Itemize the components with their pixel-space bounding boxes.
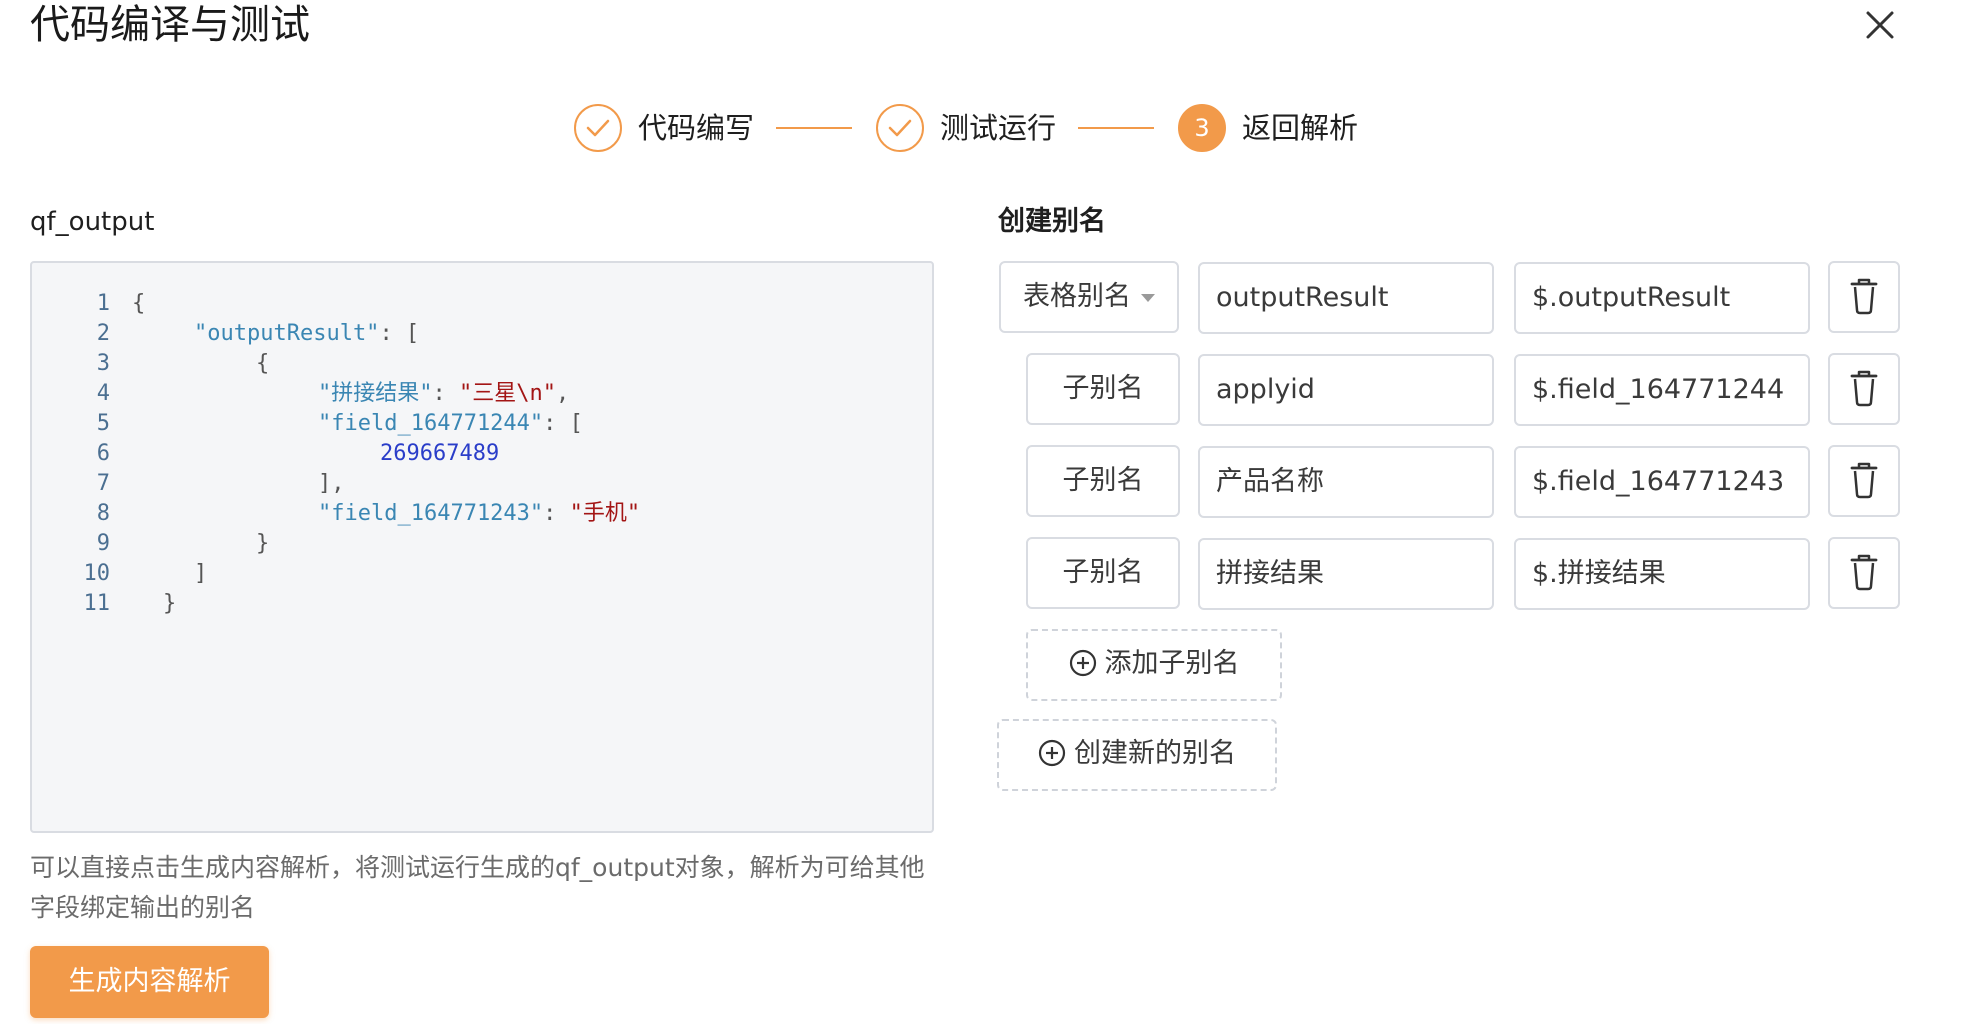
check-icon xyxy=(586,119,610,137)
code-token: : [ xyxy=(379,321,420,346)
alias-type-select[interactable]: 表格别名 xyxy=(999,261,1179,333)
delete-alias-button[interactable] xyxy=(1828,261,1900,333)
line-number: 3 xyxy=(96,351,110,376)
line-number: 7 xyxy=(96,471,110,496)
code-token: 269667489 xyxy=(380,441,500,466)
caret-down-icon xyxy=(1141,293,1155,302)
dialog-title: 代码编译与测试 xyxy=(30,2,310,48)
delete-sub-alias-button[interactable] xyxy=(1828,353,1900,425)
code-token: { xyxy=(132,291,146,316)
close-icon xyxy=(1866,11,1894,39)
code-line: 9} xyxy=(32,529,932,559)
step-connector-2 xyxy=(1078,127,1154,129)
sub-alias-path-input[interactable]: $.field_164771244 xyxy=(1514,354,1810,426)
check-icon xyxy=(888,119,912,137)
step-2-check-icon xyxy=(876,104,924,152)
line-number: 11 xyxy=(83,591,111,616)
create-new-alias-button[interactable]: 创建新的别名 xyxy=(997,719,1277,791)
code-token: "拼接结果" xyxy=(318,381,433,406)
output-field-label: qf_output xyxy=(30,207,155,237)
code-token: "field_164771244" xyxy=(318,411,544,436)
add-sub-alias-label: 添加子别名 xyxy=(1104,648,1240,679)
step-3-label: 返回解析 xyxy=(1242,111,1359,145)
sub-alias-label: 子别名 xyxy=(1026,445,1180,517)
sub-alias-name-input[interactable]: applyid xyxy=(1198,354,1494,426)
sub-alias-path-input[interactable]: $.field_164771243 xyxy=(1514,446,1810,518)
code-text: { xyxy=(132,289,145,319)
code-text: ] xyxy=(194,559,207,589)
delete-sub-alias-button[interactable] xyxy=(1828,445,1900,517)
sub-alias-label: 子别名 xyxy=(1026,353,1180,425)
alias-type-value: 表格别名 xyxy=(1023,281,1131,312)
line-number: 5 xyxy=(96,411,110,436)
line-number: 10 xyxy=(83,561,111,586)
code-token: } xyxy=(256,531,270,556)
sub-alias-label: 子别名 xyxy=(1026,537,1180,609)
code-line: 5 "field_164771244": [ xyxy=(32,409,932,439)
code-line: 8 "field_164771243": "手机" xyxy=(32,499,932,529)
sub-alias-path-input[interactable]: $.拼接结果 xyxy=(1514,538,1810,610)
code-token: "field_164771243" xyxy=(318,501,544,526)
code-text: "拼接结果": "三星\n", xyxy=(318,379,569,409)
line-number: 1 xyxy=(96,291,110,316)
code-line: 10] xyxy=(32,559,932,589)
code-token: , xyxy=(555,381,570,406)
sub-alias-name-input[interactable]: 产品名称 xyxy=(1198,446,1494,518)
code-token: ] xyxy=(194,561,208,586)
line-number: 4 xyxy=(96,381,110,406)
code-token: { xyxy=(256,351,270,376)
step-connector-1 xyxy=(776,127,852,129)
code-text: "field_164771244": [ xyxy=(318,409,583,439)
line-number: 9 xyxy=(96,531,110,556)
step-1-check-icon xyxy=(574,104,622,152)
code-token: "三星\n" xyxy=(459,381,556,406)
code-text: ], xyxy=(318,469,345,499)
code-text: } xyxy=(163,589,176,619)
code-line: 2 "outputResult": [ xyxy=(32,319,932,349)
code-token: } xyxy=(163,591,177,616)
line-number: 8 xyxy=(96,501,110,526)
code-text: 269667489 xyxy=(380,439,499,469)
code-text: "field_164771243": "手机" xyxy=(318,499,640,529)
code-line: 11} xyxy=(32,589,932,619)
sub-alias-name-input[interactable]: 拼接结果 xyxy=(1198,538,1494,610)
step-3-number: 3 xyxy=(1178,104,1226,152)
create-alias-title: 创建别名 xyxy=(998,206,1106,237)
step-2-label: 测试运行 xyxy=(940,111,1057,145)
code-line: 6 269667489 xyxy=(32,439,932,469)
code-token: : xyxy=(432,381,459,406)
code-line: 7], xyxy=(32,469,932,499)
parse-hint: 可以直接点击生成内容解析，将测试运行生成的qf_output对象，解析为可给其他… xyxy=(30,853,925,922)
code-text: "outputResult": [ xyxy=(194,319,419,349)
code-token: : xyxy=(543,501,570,526)
add-sub-alias-button[interactable]: 添加子别名 xyxy=(1026,629,1282,701)
code-editor[interactable]: 1{2 "outputResult": [3{4 "拼接结果": "三星\n", 5 "… xyxy=(30,261,934,833)
line-number: 6 xyxy=(96,441,110,466)
code-line: 1{ xyxy=(32,289,932,319)
create-new-alias-label: 创建新的别名 xyxy=(1074,738,1236,769)
code-text: } xyxy=(256,529,269,559)
code-token: "手机" xyxy=(569,501,641,526)
line-number: 2 xyxy=(96,321,110,346)
alias-name-input[interactable]: outputResult xyxy=(1198,262,1494,334)
code-token: : [ xyxy=(543,411,583,436)
trash-icon xyxy=(1850,554,1878,591)
code-line: 4 "拼接结果": "三星\n", xyxy=(32,379,932,409)
generate-parse-button[interactable]: 生成内容解析 xyxy=(30,946,269,1018)
alias-path-input[interactable]: $.outputResult xyxy=(1514,262,1810,334)
plus-circle-icon xyxy=(1069,649,1096,676)
trash-icon xyxy=(1850,462,1878,499)
close-button[interactable] xyxy=(1862,2,1898,42)
delete-sub-alias-button[interactable] xyxy=(1828,537,1900,609)
step-1-label: 代码编写 xyxy=(638,111,755,145)
plus-circle-icon xyxy=(1038,739,1066,766)
code-token: ], xyxy=(318,471,345,496)
code-text: { xyxy=(256,349,269,379)
code-line: 3{ xyxy=(32,349,932,379)
trash-icon xyxy=(1850,370,1878,407)
code-token: "outputResult" xyxy=(194,321,380,346)
trash-icon xyxy=(1850,278,1878,315)
